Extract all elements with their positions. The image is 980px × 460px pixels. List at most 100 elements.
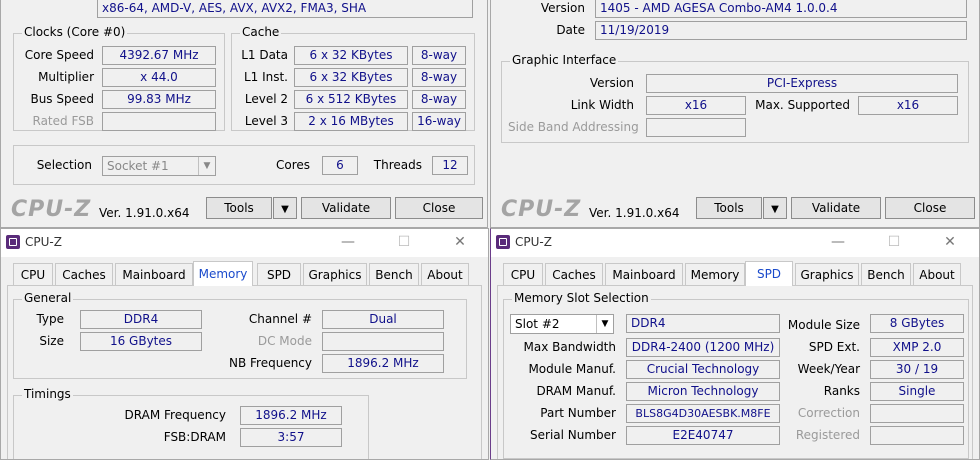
graphic-interface-group: Graphic Interface Version PCI-Express Li…	[501, 53, 969, 143]
mem-size-value: 16 GBytes	[80, 332, 202, 351]
tab-graphics[interactable]: Graphics	[795, 263, 859, 285]
tab-caches[interactable]: Caches	[545, 263, 603, 285]
cache-group: Cache L1 Data 6 x 32 KBytes 8-way L1 Ins…	[231, 25, 475, 131]
gi-version-label: Version	[589, 76, 634, 90]
window-title: CPU-Z	[25, 235, 62, 249]
module-manuf-label: Module Manuf.	[528, 362, 616, 376]
socket-select[interactable]: Socket #1 ▼	[102, 156, 216, 176]
tab-caches[interactable]: Caches	[55, 263, 113, 285]
clocks-title: Clocks (Core #0)	[22, 25, 128, 39]
cache-l1d-way: 8-way	[412, 46, 466, 65]
registered-label: Registered	[795, 428, 860, 442]
title-bar[interactable]: CPU-Z — ☐ ✕	[1, 229, 488, 257]
tab-about[interactable]: About	[421, 263, 469, 285]
maximize-icon[interactable]: ☐	[389, 234, 419, 250]
cache-title: Cache	[240, 25, 282, 39]
module-size-value: 8 GBytes	[870, 314, 964, 333]
timings-title: Timings	[22, 387, 73, 401]
tools-button[interactable]: Tools	[696, 197, 762, 219]
title-bar[interactable]: CPU-Z — ☐ ✕	[491, 229, 979, 257]
spd-type-value: DDR4	[626, 314, 780, 333]
module-size-label: Module Size	[787, 318, 860, 332]
cores-value: 6	[322, 156, 358, 175]
maximize-icon[interactable]: ☐	[879, 234, 909, 250]
validate-button[interactable]: Validate	[301, 197, 391, 219]
cpuz-app-icon	[6, 235, 20, 249]
mem-size-label: Size	[39, 334, 64, 348]
spd-ext-label: SPD Ext.	[808, 340, 860, 354]
gi-version-value: PCI-Express	[646, 74, 958, 93]
socket-select-value: Socket #1	[107, 159, 169, 173]
tab-cpu[interactable]: CPU	[13, 263, 53, 285]
close-button[interactable]: Close	[395, 197, 483, 219]
version-text: Ver. 1.91.0.x64	[99, 206, 190, 220]
window-title: CPU-Z	[515, 235, 552, 249]
bios-version-value: 1405 - AMD AGESA Combo-AM4 1.0.0.4	[595, 0, 967, 18]
threads-value: 12	[432, 156, 468, 175]
spd-ext-value: XMP 2.0	[870, 338, 964, 357]
rated-fsb-label: Rated FSB	[32, 114, 95, 128]
version-text: Ver. 1.91.0.x64	[589, 206, 680, 220]
selection-group: Selection Socket #1 ▼ Cores 6 Threads 12	[13, 145, 475, 185]
cache-l3-size: 2 x 16 MBytes	[294, 112, 408, 131]
link-width-value: x16	[646, 96, 746, 115]
tab-spd[interactable]: SPD	[257, 263, 301, 285]
slot-select-value: Slot #2	[515, 317, 560, 331]
tab-memory[interactable]: Memory	[685, 263, 745, 285]
side-band-label: Side Band Addressing	[508, 120, 639, 134]
cpuz-logo: CPU-Z	[11, 197, 92, 222]
cores-label: Cores	[275, 158, 310, 172]
chevron-down-icon: ▼	[771, 204, 779, 215]
core-speed-value: 4392.67 MHz	[102, 46, 216, 65]
slot-select[interactable]: Slot #2 ▼	[510, 314, 614, 334]
tools-dropdown-button[interactable]: ▼	[763, 197, 787, 219]
mem-type-value: DDR4	[80, 310, 202, 329]
max-supported-value: x16	[858, 96, 958, 115]
nb-frequency-label: NB Frequency	[228, 356, 312, 370]
max-bandwidth-label: Max Bandwidth	[523, 340, 616, 354]
rated-fsb-value	[102, 112, 216, 131]
side-band-value	[646, 118, 746, 137]
max-supported-label: Max. Supported	[755, 98, 850, 112]
cache-l1i-size: 6 x 32 KBytes	[294, 68, 408, 87]
clocks-group: Clocks (Core #0) Core Speed 4392.67 MHz …	[13, 25, 225, 131]
tools-dropdown-button[interactable]: ▼	[273, 197, 297, 219]
channel-label: Channel #	[248, 312, 312, 326]
module-manuf-value: Crucial Technology	[626, 360, 780, 379]
close-icon[interactable]: ✕	[445, 234, 475, 250]
bus-speed-label: Bus Speed	[30, 92, 94, 106]
bios-date-label: Date	[556, 23, 585, 37]
tab-memory[interactable]: Memory	[193, 261, 253, 286]
close-icon[interactable]: ✕	[935, 234, 965, 250]
close-button[interactable]: Close	[885, 197, 975, 219]
registered-value	[870, 426, 964, 445]
memory-slot-group: Memory Slot Selection Slot #2 ▼ DDR4 Max…	[503, 291, 969, 459]
tab-spd[interactable]: SPD	[745, 261, 793, 286]
tab-graphics[interactable]: Graphics	[303, 263, 367, 285]
cache-l1d-size: 6 x 32 KBytes	[294, 46, 408, 65]
nb-frequency-value: 1896.2 MHz	[322, 354, 444, 373]
fsb-dram-label: FSB:DRAM	[163, 430, 226, 444]
cpuz-app-icon	[496, 235, 510, 249]
tools-button[interactable]: Tools	[206, 197, 272, 219]
instructions-value: x86-64, AMD-V, AES, AVX, AVX2, FMA3, SHA	[97, 0, 473, 18]
week-year-value: 30 / 19	[870, 360, 964, 379]
cache-l1i-label: L1 Inst.	[243, 70, 288, 84]
tab-mainboard[interactable]: Mainboard	[115, 263, 193, 285]
week-year-label: Week/Year	[797, 362, 860, 376]
cache-l2-way: 8-way	[412, 90, 466, 109]
tab-mainboard[interactable]: Mainboard	[605, 263, 683, 285]
minimize-icon[interactable]: —	[823, 234, 853, 250]
tab-bench[interactable]: Bench	[861, 263, 911, 285]
tab-bench[interactable]: Bench	[369, 263, 419, 285]
tab-cpu[interactable]: CPU	[503, 263, 543, 285]
multiplier-label: Multiplier	[38, 70, 94, 84]
minimize-icon[interactable]: —	[333, 234, 363, 250]
tab-about[interactable]: About	[913, 263, 961, 285]
bios-version-label: Version	[540, 1, 585, 15]
cache-l2-label: Level 2	[244, 92, 288, 106]
memory-window: CPU-Z — ☐ ✕ CPU Caches Mainboard Memory …	[0, 228, 489, 460]
serial-number-label: Serial Number	[530, 428, 616, 442]
part-number-value: BLS8G4D30AESBK.M8FE	[626, 404, 780, 423]
validate-button[interactable]: Validate	[791, 197, 881, 219]
